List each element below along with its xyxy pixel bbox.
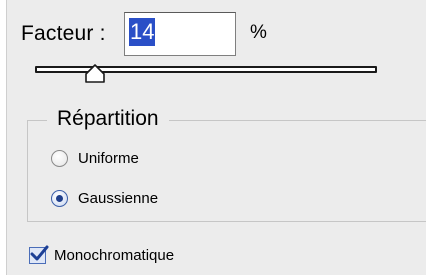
radio-uniform-label: Uniforme — [78, 149, 139, 167]
slider-thumb-icon[interactable] — [84, 64, 106, 84]
factor-input[interactable]: 14 — [124, 12, 236, 56]
monochromatic-checkbox-row[interactable]: Monochromatique — [29, 242, 174, 268]
radio-icon[interactable] — [51, 149, 68, 167]
radio-gaussian-label: Gaussienne — [78, 189, 159, 207]
dialog-panel: Facteur : 14 % Répartition Uniforme Gaus… — [6, 0, 426, 275]
monochromatic-label: Monochromatique — [54, 246, 175, 264]
radio-gaussian[interactable]: Gaussienne — [51, 186, 158, 210]
monochromatic-checkbox[interactable] — [29, 245, 49, 264]
distribution-title: Répartition — [47, 107, 169, 131]
checkmark-icon — [30, 245, 49, 260]
factor-value: 14 — [129, 18, 156, 46]
percent-unit: % — [250, 22, 267, 43]
radio-selected-dot — [56, 194, 63, 202]
radio-icon[interactable] — [51, 189, 68, 207]
radio-uniform[interactable]: Uniforme — [51, 146, 139, 170]
factor-label: Facteur : — [21, 22, 106, 45]
